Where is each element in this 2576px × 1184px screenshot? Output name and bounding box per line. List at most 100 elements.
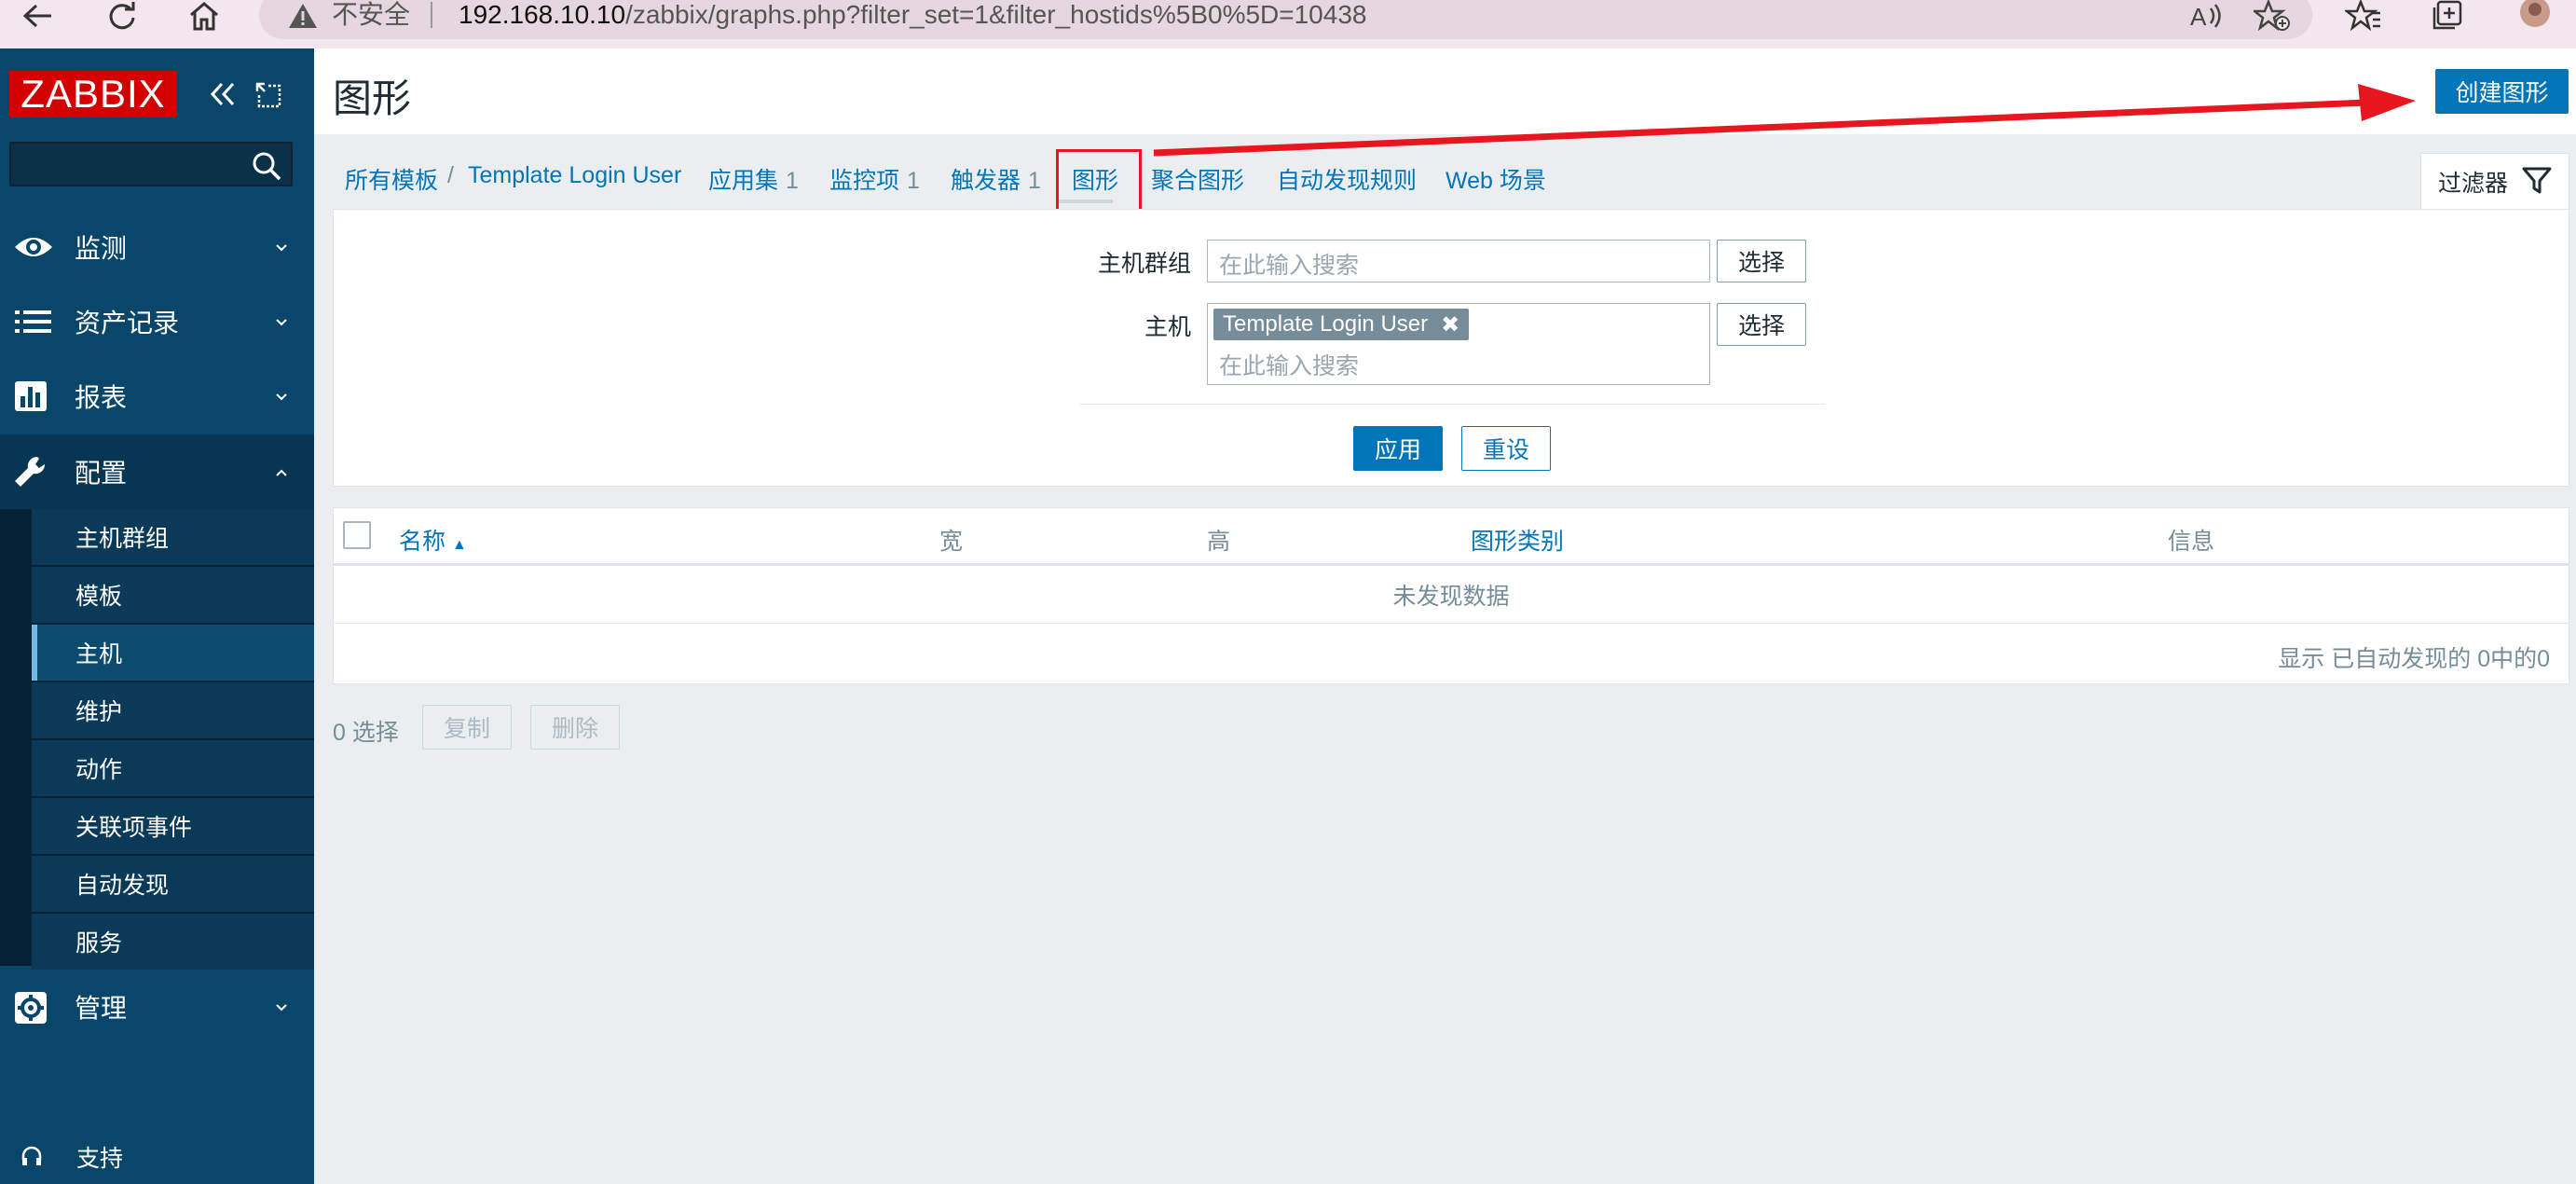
- tab-items[interactable]: 监控项 1: [829, 162, 920, 196]
- breadcrumb-host[interactable]: Template Login User: [468, 162, 681, 189]
- sort-asc-icon: ▲: [451, 537, 467, 553]
- list-icon: [13, 305, 51, 338]
- filter-panel: 主机群组 在此输入搜索 选择 主机 Template Login User ✖ …: [333, 209, 2569, 487]
- chevron-down-icon: [274, 241, 289, 258]
- configuration-submenu: 主机群组 模板 主机 维护 动作 关联项事件 自动发现 服务: [0, 509, 314, 970]
- submenu-event-correlation[interactable]: 关联项事件: [32, 798, 314, 854]
- kiosk-mode-icon[interactable]: [255, 82, 281, 113]
- copy-button[interactable]: 复制: [422, 705, 512, 750]
- page-title: 图形: [333, 76, 412, 120]
- tab-screens[interactable]: 聚合图形: [1151, 162, 1244, 196]
- wrench-icon: [13, 455, 50, 489]
- submenu-label: 维护: [75, 699, 123, 725]
- submenu-actions[interactable]: 动作: [32, 740, 314, 796]
- submenu-label: 服务: [75, 930, 123, 957]
- chevron-down-icon: [274, 316, 289, 333]
- menu-configuration[interactable]: 配置: [0, 434, 314, 509]
- favorites-icon[interactable]: [2345, 0, 2382, 32]
- column-height: 高: [1207, 529, 1231, 555]
- breadcrumb-all-templates[interactable]: 所有模板: [345, 162, 438, 196]
- url-domain: 192.168.10.10: [459, 0, 626, 29]
- tab-web-scenarios[interactable]: Web 场景: [1446, 162, 1546, 196]
- page-header: 图形 创建图形: [314, 48, 2576, 134]
- chevron-down-icon: [274, 1001, 289, 1018]
- tab-applications[interactable]: 应用集 1: [708, 162, 799, 196]
- submenu-label: 主机群组: [75, 526, 170, 552]
- filter-tab[interactable]: 过滤器: [2420, 153, 2569, 209]
- submenu-label: 动作: [75, 757, 123, 783]
- tab-label: 聚合图形: [1151, 168, 1245, 194]
- column-info: 信息: [2168, 529, 2215, 555]
- reset-button[interactable]: 重设: [1461, 426, 1551, 471]
- search-icon[interactable]: [252, 151, 281, 186]
- filter-tab-label: 过滤器: [2438, 171, 2509, 197]
- tab-count: 1: [907, 168, 920, 194]
- filter-icon: [2518, 161, 2555, 203]
- submenu-host-groups[interactable]: 主机群组: [32, 509, 314, 565]
- back-icon[interactable]: [15, 0, 62, 32]
- column-label: 名称: [399, 529, 446, 555]
- collections-icon[interactable]: [2431, 0, 2464, 32]
- svg-text:A: A: [2190, 3, 2207, 31]
- apply-button[interactable]: 应用: [1353, 426, 1443, 471]
- tab-label: 自动发现规则: [1277, 168, 1418, 194]
- profile-avatar[interactable]: [2516, 0, 2554, 32]
- table-header: 名称 ▲ 宽 高 图形类别 信息: [334, 508, 2569, 566]
- chevron-up-icon: [274, 466, 289, 483]
- favorite-add-icon[interactable]: [2254, 0, 2291, 32]
- host-group-select-button[interactable]: 选择: [1717, 240, 1806, 282]
- host-select-button[interactable]: 选择: [1717, 303, 1806, 346]
- column-graph-type[interactable]: 图形类别: [1471, 523, 1564, 557]
- submenu-services[interactable]: 服务: [32, 914, 314, 970]
- submenu-templates[interactable]: 模板: [32, 567, 314, 623]
- host-tag-label: Template Login User: [1223, 311, 1429, 337]
- reload-icon[interactable]: [99, 0, 145, 32]
- browser-toolbar: 不安全 192.168.10.10/zabbix/graphs.php?filt…: [0, 0, 2576, 48]
- host-label: 主机: [1144, 314, 1191, 340]
- zabbix-logo[interactable]: ZABBIX: [9, 71, 177, 117]
- select-all-checkbox[interactable]: [343, 521, 371, 549]
- remove-tag-icon[interactable]: ✖: [1441, 311, 1459, 338]
- insecure-label: 不安全: [332, 0, 411, 29]
- host-group-label: 主机群组: [1097, 251, 1191, 277]
- no-data-row: 未发现数据: [334, 566, 2569, 624]
- menu-label: 监测: [75, 234, 128, 263]
- submenu-discovery[interactable]: 自动发现: [32, 856, 314, 912]
- menu-inventory[interactable]: 资产记录: [0, 284, 314, 359]
- column-name[interactable]: 名称 ▲: [399, 523, 467, 557]
- url-separator: [431, 2, 432, 28]
- tab-count: 1: [1028, 168, 1041, 194]
- read-aloud-icon[interactable]: A: [2188, 0, 2226, 32]
- tab-discovery-rules[interactable]: 自动发现规则: [1277, 162, 1417, 196]
- tab-label: 监控项: [829, 168, 900, 194]
- menu-administration[interactable]: 管理: [0, 970, 314, 1044]
- filter-divider: [1079, 404, 1825, 405]
- submenu-hosts[interactable]: 主机: [32, 625, 314, 681]
- tab-triggers[interactable]: 触发器 1: [951, 162, 1041, 196]
- host-nav-tabs: 所有模板 / Template Login User 应用集 1 监控项 1 触发器…: [314, 134, 2576, 209]
- warning-icon[interactable]: [287, 2, 319, 34]
- host-group-placeholder: 在此输入搜索: [1219, 253, 1360, 279]
- table-paging-info: 显示 已自动发现的 0中的0: [2278, 646, 2550, 672]
- tab-label: 应用集: [708, 168, 779, 194]
- gear-icon: [13, 990, 50, 1024]
- submenu-label: 关联项事件: [75, 815, 193, 841]
- home-icon[interactable]: [181, 0, 227, 32]
- breadcrumb-separator: /: [447, 162, 454, 188]
- host-tag: Template Login User ✖: [1213, 309, 1470, 340]
- sidebar-search-input[interactable]: [9, 142, 293, 186]
- url-text[interactable]: 192.168.10.10/zabbix/graphs.php?filter_s…: [459, 0, 1366, 30]
- host-placeholder: 在此输入搜索: [1219, 353, 1360, 379]
- eye-icon: [13, 230, 52, 264]
- menu-reports[interactable]: 报表: [0, 359, 314, 434]
- headset-icon: [21, 1145, 43, 1174]
- bar-chart-icon: [13, 379, 50, 413]
- url-path: /zabbix/graphs.php?filter_set=1&filter_h…: [625, 0, 1367, 29]
- submenu-maintenance[interactable]: 维护: [32, 682, 314, 738]
- collapse-sidebar-icon[interactable]: [207, 80, 239, 113]
- support-link[interactable]: 支持: [0, 1130, 314, 1184]
- delete-button[interactable]: 删除: [530, 705, 620, 750]
- submenu-label: 模板: [75, 584, 123, 610]
- create-graph-button[interactable]: 创建图形: [2435, 69, 2569, 114]
- menu-monitoring[interactable]: 监测: [0, 210, 314, 284]
